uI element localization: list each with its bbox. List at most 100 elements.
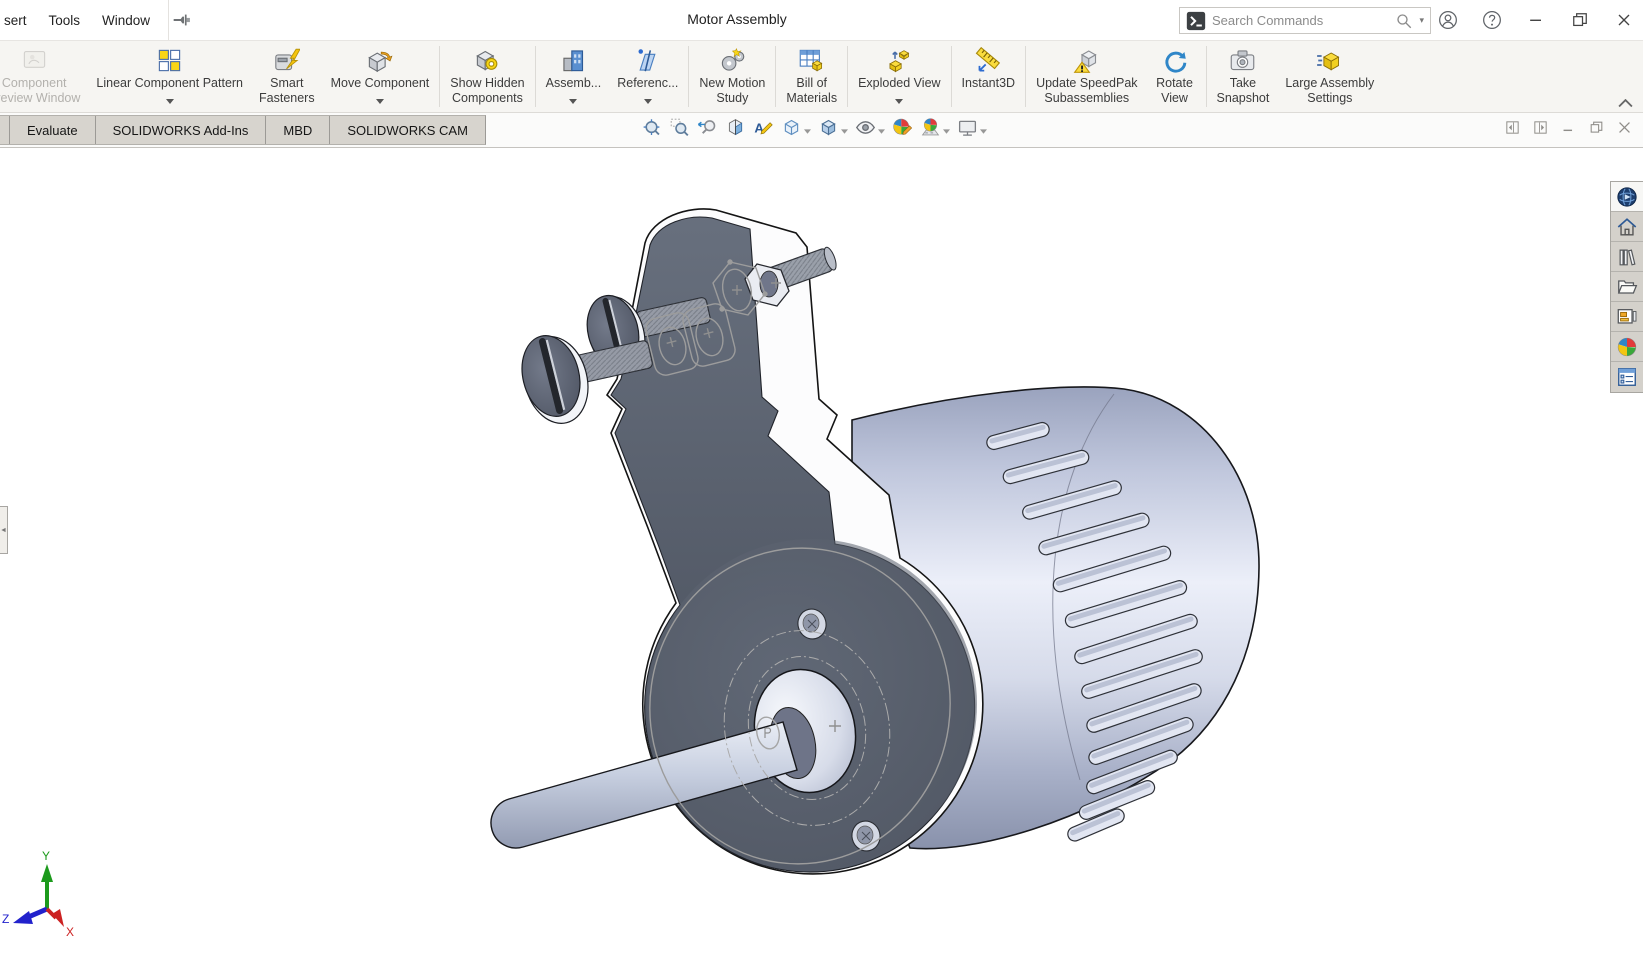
titlebar-buttons [1437, 0, 1635, 40]
menu-bar: sert Tools Window [0, 0, 192, 40]
rotate-view-icon [1161, 47, 1188, 74]
ribbon-bill-of-materials[interactable]: Bill ofMaterials [778, 41, 845, 112]
taskpane-custom-properties[interactable] [1611, 362, 1643, 392]
menu-divider [168, 0, 169, 40]
pin-menu-icon[interactable] [172, 10, 192, 30]
ribbon-take-snapshot[interactable]: TakeSnapshot [1209, 41, 1278, 112]
search-input[interactable] [1212, 13, 1389, 28]
ribbon-label: ComponentPreview Window [0, 76, 80, 106]
dropdown-caret-icon[interactable] [804, 121, 811, 139]
menu-window[interactable]: Window [102, 13, 150, 28]
ribbon-label: RotateView [1156, 76, 1193, 106]
document-close-button[interactable] [1616, 119, 1633, 136]
taskpane-solidworks-resources[interactable] [1611, 212, 1643, 242]
collapse-ribbon-chevron-icon[interactable] [1618, 95, 1633, 104]
apply-scene-button[interactable] [919, 116, 951, 144]
take-snapshot-icon [1229, 47, 1256, 74]
menu-tools[interactable]: Tools [49, 13, 81, 28]
minimize-button[interactable] [1525, 9, 1547, 31]
linear-component-pattern-icon [156, 47, 183, 74]
display-style-button[interactable] [817, 116, 849, 144]
display-style-icon [818, 117, 839, 143]
motor-assembly-model[interactable]: Y Z X [0, 148, 1643, 956]
ribbon-label: Bill ofMaterials [786, 76, 837, 106]
smart-fasteners-icon [273, 47, 300, 74]
page-title: Motor Assembly [687, 11, 787, 27]
coordinate-triad: Y Z X [2, 849, 74, 939]
collapse-pane-left-button[interactable] [1504, 119, 1521, 136]
hide-show-items-icon [855, 117, 876, 143]
taskpane-appearances-scenes-decals[interactable] [1611, 332, 1643, 362]
ribbon-large-assembly-settings[interactable]: Large AssemblySettings [1277, 41, 1382, 112]
edit-appearance-button[interactable] [891, 116, 914, 144]
account-button[interactable] [1437, 9, 1459, 31]
view-settings-icon [957, 117, 978, 143]
ribbon-move-component[interactable]: Move Component [323, 41, 438, 112]
zoom-to-area-button[interactable] [668, 116, 691, 144]
dropdown-caret-icon[interactable] [166, 91, 174, 112]
dropdown-caret-icon[interactable] [376, 91, 384, 112]
ribbon-label: Move Component [331, 76, 430, 91]
restore-button[interactable] [1569, 9, 1591, 31]
dropdown-caret-icon[interactable] [878, 121, 885, 139]
search-icon[interactable] [1395, 12, 1413, 30]
graphics-viewport[interactable]: Y Z X ◄ [0, 147, 1643, 956]
ribbon-label: Referenc... [617, 76, 678, 91]
taskpane-view-palette[interactable] [1611, 302, 1643, 332]
document-restore-button[interactable] [1588, 119, 1605, 136]
section-view-button[interactable] [724, 116, 747, 144]
ribbon-separator [439, 46, 440, 107]
dropdown-caret-icon[interactable] [980, 121, 987, 139]
tab-mbd[interactable]: MBD [265, 116, 329, 144]
ribbon-tab-row: EvaluateSOLIDWORKS Add-InsMBDSOLIDWORKS … [0, 113, 1643, 147]
zoom-to-fit-button[interactable] [640, 116, 663, 144]
ribbon-exploded-view[interactable]: Exploded View [850, 41, 948, 112]
ribbon-assembly-features[interactable]: Assemb... [538, 41, 610, 112]
taskpane-design-library[interactable] [1611, 242, 1643, 272]
ribbon-separator [775, 46, 776, 107]
ribbon-label: New MotionStudy [699, 76, 765, 106]
expand-pane-right-button[interactable] [1532, 119, 1549, 136]
ribbon-update-speedpak-subassemblies[interactable]: Update SpeedPakSubassemblies [1028, 41, 1145, 112]
tab-solidworks-cam[interactable]: SOLIDWORKS CAM [329, 116, 485, 144]
ribbon-linear-component-pattern[interactable]: Linear Component Pattern [88, 41, 251, 112]
solidworks-window: sert Tools Window Motor Assembly ▾ Compone… [0, 0, 1643, 956]
hide-show-items-button[interactable] [854, 116, 886, 144]
view-orientation-button[interactable] [780, 116, 812, 144]
document-minimize-button[interactable] [1560, 119, 1577, 136]
tab-solidworks-add-ins[interactable]: SOLIDWORKS Add-Ins [95, 116, 266, 144]
dropdown-caret-icon[interactable] [569, 91, 577, 112]
view-settings-button[interactable] [956, 116, 988, 144]
feature-manager-collapsed-tab[interactable]: ◄ [0, 506, 8, 554]
ribbon-label: Exploded View [858, 76, 940, 91]
zoom-to-area-icon [669, 117, 690, 143]
triad-y-label: Y [42, 849, 50, 863]
search-commands-box[interactable]: ▾ [1179, 7, 1431, 34]
ribbon-show-hidden-components[interactable]: Show HiddenComponents [442, 41, 532, 112]
ribbon-smart-fasteners[interactable]: SmartFasteners [251, 41, 323, 112]
previous-view-button[interactable] [696, 116, 719, 144]
ribbon-component-preview-window: ComponentPreview Window [0, 41, 88, 112]
tab-evaluate[interactable]: Evaluate [9, 116, 95, 144]
view-orientation-icon [781, 117, 802, 143]
ribbon-rotate-view[interactable]: RotateView [1146, 41, 1204, 112]
taskpane-3dexperience-marketplace[interactable] [1611, 182, 1643, 212]
help-button[interactable] [1481, 9, 1503, 31]
exploded-view-icon [886, 47, 913, 74]
solidworks-prompt-icon [1186, 11, 1206, 31]
dropdown-caret-icon[interactable] [895, 91, 903, 112]
close-button[interactable] [1613, 9, 1635, 31]
ribbon-reference-geometry[interactable]: Referenc... [609, 41, 686, 112]
zoom-to-fit-icon [641, 117, 662, 143]
ribbon-separator [535, 46, 536, 107]
dropdown-caret-icon[interactable] [644, 91, 652, 112]
dynamic-annotation-views-button[interactable]: A [752, 116, 775, 144]
search-scope-caret-icon[interactable]: ▾ [1419, 15, 1424, 26]
menu-insert[interactable]: sert [4, 13, 27, 28]
ribbon-new-motion-study[interactable]: New MotionStudy [691, 41, 773, 112]
taskpane-file-explorer[interactable] [1611, 272, 1643, 302]
ribbon-instant3d[interactable]: Instant3D [954, 41, 1024, 112]
dropdown-caret-icon[interactable] [841, 121, 848, 139]
dropdown-caret-icon[interactable] [943, 121, 950, 139]
instant3d-icon [975, 47, 1002, 74]
